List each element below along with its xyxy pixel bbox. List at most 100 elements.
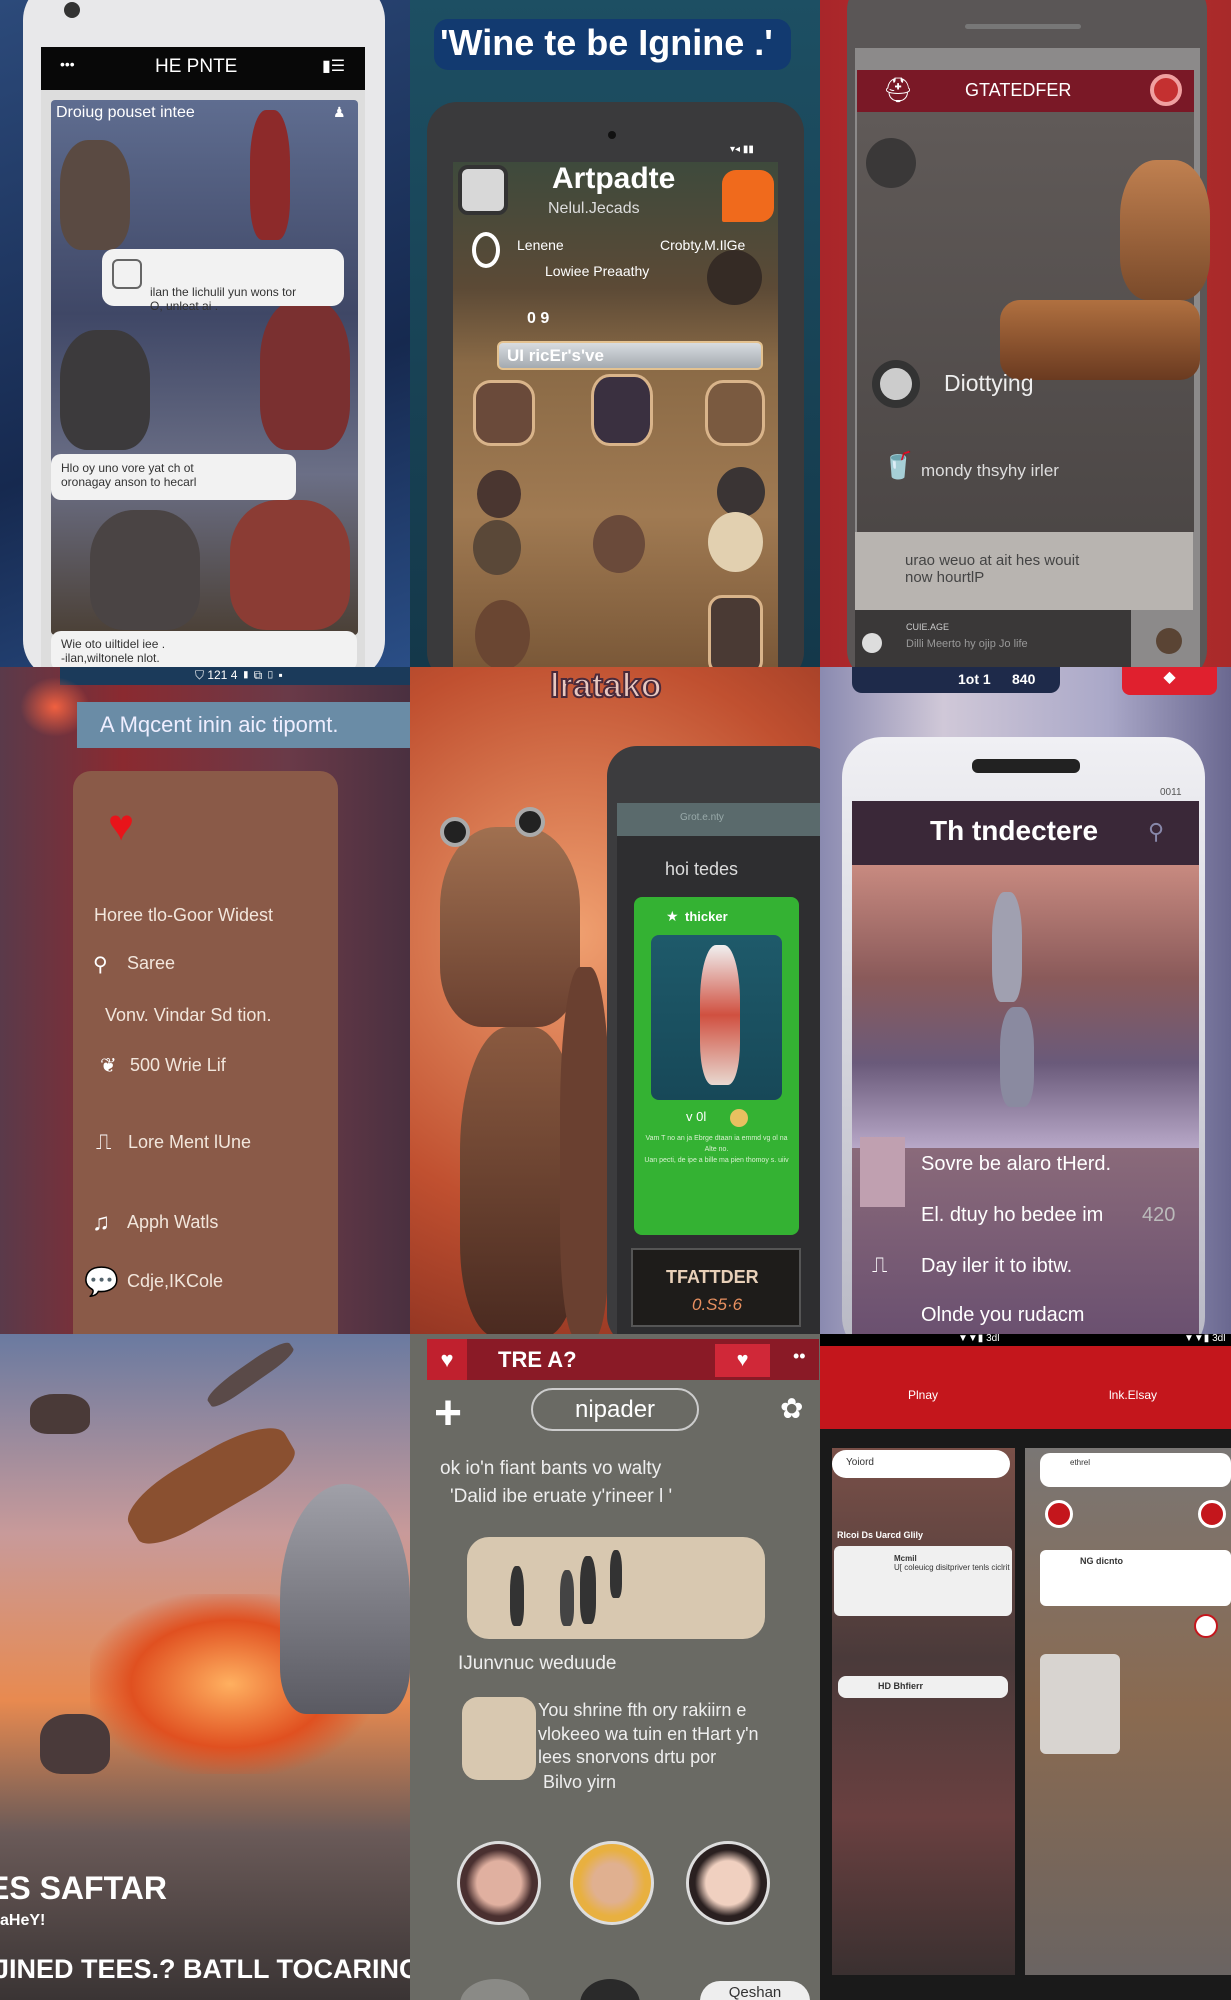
action-button[interactable]: [1156, 628, 1182, 654]
robot-figure: [700, 945, 740, 1085]
panel-menu-card: ⛉ 121 4 ▮ ⧉ ▯ ▪ A Mqcent inin aic tipomt…: [0, 667, 410, 1334]
card-text: U[ coleuicg disitpriver tenls ciclrit: [894, 1563, 1010, 1572]
character-slot[interactable]: [591, 374, 653, 446]
profile-card[interactable]: ethrel: [1040, 1453, 1231, 1487]
post-line: ok io'n fiant bants vo walty: [440, 1458, 662, 1479]
bookmark-icon: ⎍: [96, 1129, 112, 1154]
nav-button[interactable]: [460, 1979, 530, 2000]
character-slot[interactable]: [708, 595, 763, 667]
post-line: 'Dalid ibe eruate y'rineer l ': [450, 1486, 673, 1507]
menu-item[interactable]: mondy thsyhy irler: [921, 461, 1059, 481]
story-line: Olnde you rudacm: [921, 1304, 1085, 1326]
character-slot[interactable]: [473, 380, 535, 446]
menu-item[interactable]: Horee tlo-Goor Widest: [94, 905, 273, 926]
card-title: Rlcoi Ds Uarcd Glily: [837, 1530, 924, 1540]
card-thumbnail[interactable]: [462, 1697, 536, 1780]
chat-icon[interactable]: [722, 170, 774, 222]
chat-bubble-icon[interactable]: [1194, 1614, 1218, 1638]
robot-avatar-icon: [112, 259, 142, 289]
plus-icon[interactable]: +: [434, 1386, 462, 1441]
card-description: Vam T no an ja Ebrge dtaan ia emmd vg ol…: [644, 1135, 789, 1164]
character-slot[interactable]: [473, 520, 521, 575]
robot-figure: [992, 892, 1022, 1002]
character-slot[interactable]: [477, 470, 521, 518]
footer-value: 0.S5·6: [692, 1295, 743, 1314]
status-bar: [820, 1334, 1231, 1346]
favorite-button[interactable]: ♥: [715, 1344, 770, 1377]
bird-icon[interactable]: [866, 138, 916, 188]
nav-button[interactable]: [580, 1979, 640, 2000]
card-line: You shrine fth ory rakiirn e: [538, 1700, 747, 1720]
card-title: Droiug pouset intee: [56, 104, 195, 121]
heart-button[interactable]: ♥: [427, 1339, 467, 1380]
robot-image[interactable]: [1040, 1654, 1120, 1754]
menu-item[interactable]: Apph Watls: [127, 1212, 218, 1233]
character-slot[interactable]: [475, 600, 530, 667]
card-line: vlokeeo wa tuin en tHart y'n: [538, 1724, 759, 1744]
avatar[interactable]: [457, 1841, 541, 1925]
robot-figure: [560, 1570, 574, 1626]
download-icon[interactable]: [1045, 1500, 1073, 1528]
tab-play[interactable]: Plnay: [908, 1388, 938, 1402]
avatar[interactable]: [570, 1841, 654, 1925]
message-card: urao weuo at ait hes wouit now hourtlP: [855, 532, 1193, 610]
app-logo-icon[interactable]: [458, 165, 508, 215]
red-action-button[interactable]: ◆: [1122, 667, 1217, 695]
character-slot[interactable]: [705, 380, 765, 446]
robot-mech: [280, 1484, 410, 1714]
robot-figure: [610, 1550, 622, 1598]
menu-item[interactable]: Diottying: [944, 370, 1033, 397]
heart-icon[interactable]: ♥: [108, 801, 134, 851]
menu-item[interactable]: Saree: [127, 953, 175, 974]
more-icon[interactable]: ••: [793, 1346, 806, 1367]
tab-essay[interactable]: lnk.Elsay: [1109, 1388, 1157, 1402]
refresh-icon[interactable]: [1198, 1500, 1226, 1528]
action-button[interactable]: Qeshan: [700, 1981, 810, 2000]
panel-social-app: ♥ TRE A? ♥ •• + nipader ✿ ok io'n fiant …: [410, 1334, 820, 2000]
menu-item[interactable]: 500 Wrie Lif: [130, 1055, 226, 1076]
search-card[interactable]: Yoiord: [832, 1450, 1010, 1478]
robot-eye: [440, 817, 470, 847]
search-input[interactable]: UI ricEr's've: [497, 341, 763, 370]
menu-item[interactable]: Lore Ment lUne: [128, 1132, 251, 1153]
robot-figure: [60, 330, 150, 450]
menu-item[interactable]: Cdje,IKCole: [127, 1271, 223, 1292]
robot-figure: [90, 510, 200, 630]
avatar[interactable]: [686, 1841, 770, 1925]
panel-robot-promo: lratako Grot.e.nty hoi tedes ★ thicker v…: [410, 667, 820, 1334]
character-slot[interactable]: [593, 515, 645, 573]
astronaut-icon[interactable]: ⛑: [883, 76, 913, 105]
robot-figure: [230, 500, 350, 630]
chat-bubble: ilan the lichulil yun wons tor O, unleat…: [102, 249, 344, 313]
menu-dots-icon[interactable]: •••: [60, 56, 75, 72]
spinner-icon[interactable]: [872, 360, 920, 408]
panel-battle-poster: ES SAFTAR aHeY! JINED TEES.? BATLL TOCAR…: [0, 1334, 410, 2000]
speaker-grille: [965, 24, 1081, 29]
search-icon[interactable]: ⚲: [1148, 819, 1164, 845]
robot-eye: [515, 807, 545, 837]
robot-figure: [60, 140, 130, 250]
menu-item[interactable]: Vonv. Vindar Sd tion.: [105, 1005, 271, 1026]
post-card[interactable]: Mcmil U[ coleuicg disitpriver tenls cicl…: [834, 1546, 1012, 1616]
post-card[interactable]: HD Bhfierr: [838, 1676, 1008, 1698]
post-caption: IJunvnuc weduude: [458, 1653, 617, 1674]
card-line: lees snorvons drtu por: [538, 1747, 717, 1767]
title-pill[interactable]: nipader: [531, 1388, 699, 1431]
thumbnail[interactable]: [860, 1137, 905, 1207]
profile-icon[interactable]: [1150, 74, 1182, 106]
post-card[interactable]: NG dicnto: [1040, 1550, 1231, 1606]
status-icons: ▾◂ ▮▮: [730, 144, 754, 155]
status-icons: ▼▼▮ 3dl: [1184, 1334, 1226, 1344]
poster-title: ES SAFTAR: [0, 1870, 167, 1906]
app-header: [820, 1346, 1231, 1429]
panel-feed-app: ▼▼▮ 3dl ▼▼▮ 3dl Plnay lnk.Elsay Yoiord R…: [820, 1334, 1231, 2000]
character-slot[interactable]: [717, 467, 765, 517]
settings-icon[interactable]: ✿: [780, 1392, 803, 1425]
toggle-icon[interactable]: [862, 633, 882, 653]
header-title: HE PNTE: [155, 56, 238, 77]
character-slot[interactable]: [708, 512, 763, 572]
robot-figure: [510, 1566, 524, 1626]
robot-figure: [260, 300, 350, 450]
footer-title: CUIE.AGE: [906, 622, 950, 632]
robot-figure: [1000, 1007, 1034, 1107]
